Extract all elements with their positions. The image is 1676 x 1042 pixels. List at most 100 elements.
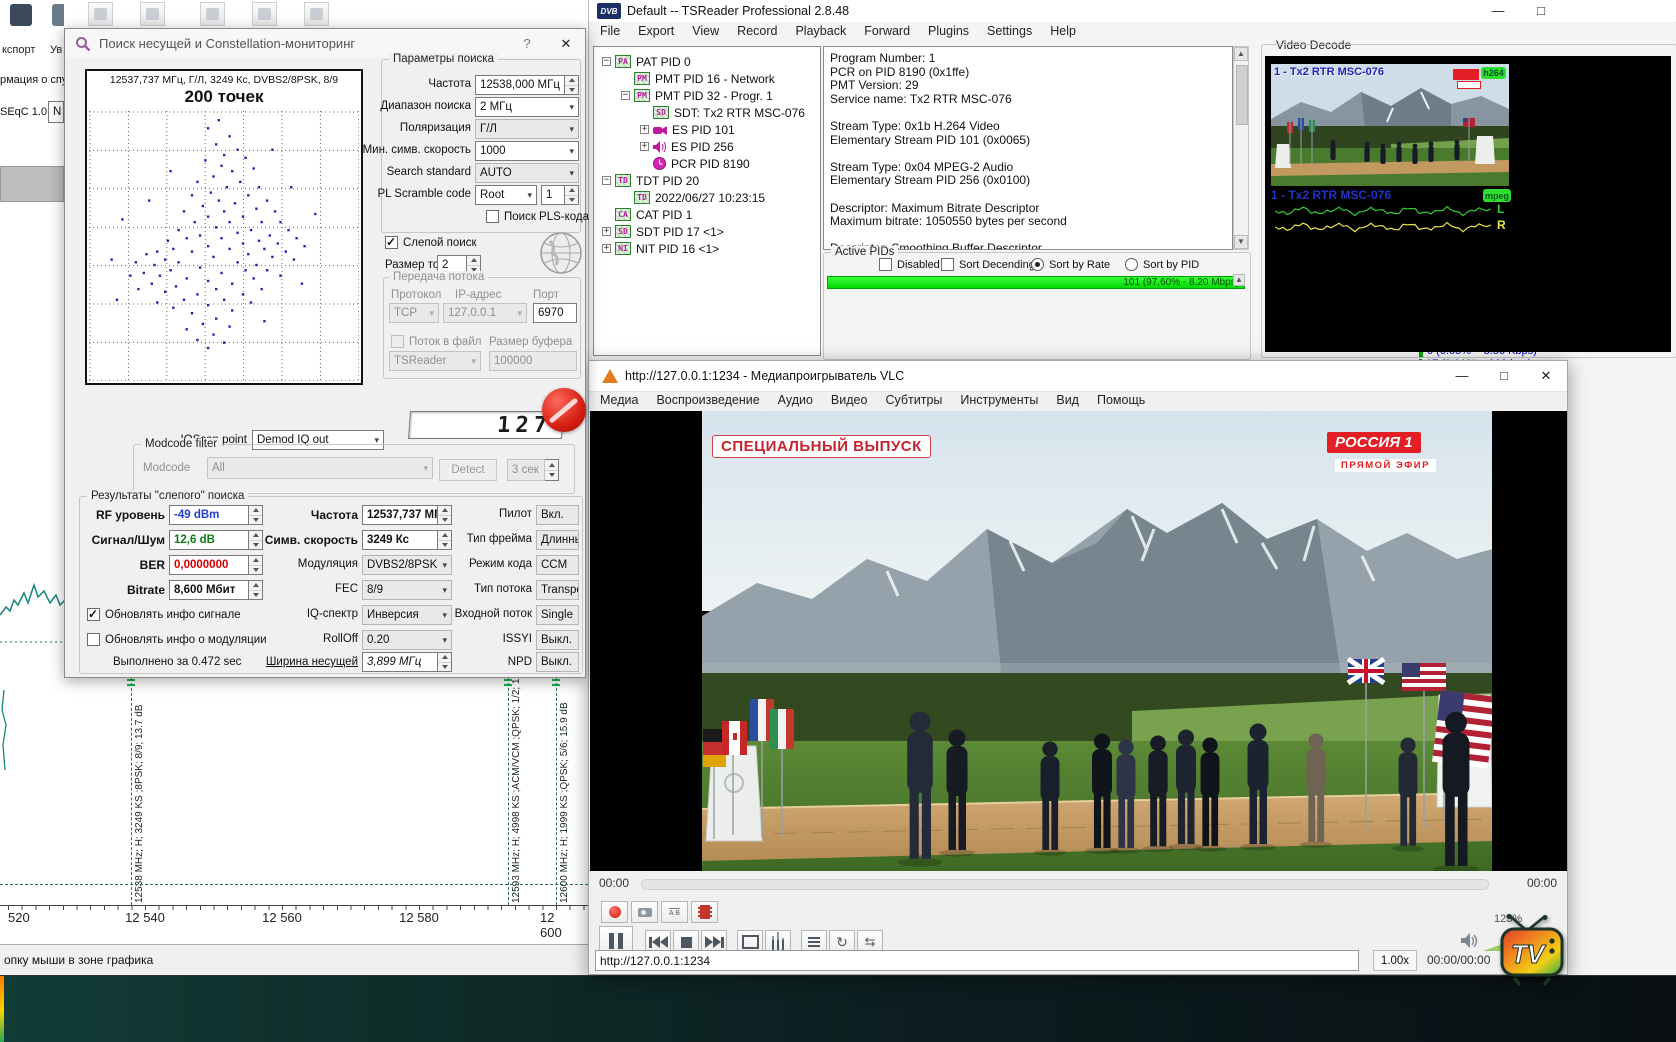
tsreader-titlebar[interactable]: DVB Default -- TSReader Professional 2.8… bbox=[589, 0, 1676, 23]
sort-descending-checkbox[interactable] bbox=[941, 258, 954, 271]
vlc-menu-помощь[interactable]: Помощь bbox=[1088, 391, 1154, 409]
toolbar-icon[interactable] bbox=[304, 2, 329, 26]
vlc-minimize-button[interactable]: — bbox=[1449, 367, 1475, 385]
sort-by-rate-radio[interactable] bbox=[1031, 258, 1044, 271]
pl-code-input[interactable]: 1 bbox=[541, 185, 565, 205]
tree-item[interactable]: −PMPMT PID 32 - Progr. 1 bbox=[621, 87, 773, 104]
protocol-label: Протокол bbox=[391, 289, 441, 301]
update-signal-checkbox[interactable] bbox=[87, 608, 100, 621]
toolbar-icon[interactable] bbox=[88, 2, 113, 26]
update-modulation-checkbox[interactable] bbox=[87, 633, 100, 646]
tsreader-menu-playback[interactable]: Playback bbox=[786, 22, 855, 40]
min-symbol-rate-combo[interactable]: 1000 bbox=[475, 141, 579, 161]
vlc-menu-субтитры[interactable]: Субтитры bbox=[876, 391, 951, 409]
playback-rate[interactable]: 1.00x bbox=[1373, 950, 1417, 971]
tree-item[interactable]: +SDSDT PID 17 <1> bbox=[602, 223, 724, 240]
tsreader-menu-forward[interactable]: Forward bbox=[855, 22, 919, 40]
tree-item[interactable]: +NINIT PID 16 <1> bbox=[602, 240, 719, 257]
vlc-menu-видео[interactable]: Видео bbox=[822, 391, 877, 409]
bitrate-input[interactable]: 8,600 Мбит bbox=[169, 580, 249, 600]
tree-item[interactable]: PMPMT PID 16 - Network bbox=[621, 70, 775, 87]
ber-label: BER bbox=[75, 558, 165, 572]
tree-item[interactable]: +ES PID 256 bbox=[640, 138, 734, 155]
tsreader-menu-record[interactable]: Record bbox=[728, 22, 786, 40]
toolbar-icon[interactable] bbox=[140, 2, 165, 26]
pl-scramble-combo[interactable]: Root bbox=[475, 185, 537, 205]
vlc-cone-icon bbox=[602, 369, 618, 383]
vlc-menu-медиа[interactable]: Медиа bbox=[591, 391, 647, 409]
detect-interval-spinner bbox=[545, 459, 559, 481]
fullscreen-icon bbox=[742, 935, 759, 949]
tsreader-menu-view[interactable]: View bbox=[683, 22, 728, 40]
tree-expander-icon[interactable]: − bbox=[602, 57, 611, 66]
axis-tick-label: 520 bbox=[8, 910, 30, 925]
tsreader-menu-export[interactable]: Export bbox=[629, 22, 683, 40]
special-issue-banner: СПЕЦИАЛЬНЫЙ ВЫПУСК bbox=[712, 435, 931, 458]
toolbar-zoom-button[interactable]: Ув bbox=[50, 2, 64, 60]
disabled-checkbox[interactable] bbox=[879, 258, 892, 271]
tree-item[interactable]: TD2022/06/27 10:23:15 bbox=[621, 189, 765, 206]
ab-loop-button[interactable]: A B bbox=[661, 901, 688, 923]
port-input[interactable]: 6970 bbox=[533, 303, 577, 323]
ber-input[interactable]: 0,0000000 bbox=[169, 555, 249, 575]
tree-expander-icon[interactable]: + bbox=[602, 227, 611, 236]
tree-expander-icon[interactable]: − bbox=[602, 176, 611, 185]
snr-input[interactable]: 12,6 dB bbox=[169, 530, 249, 550]
tree-item[interactable]: CACAT PID 1 bbox=[602, 206, 692, 223]
range-combo[interactable]: 2 МГц bbox=[475, 97, 579, 117]
info-line: Stream Type: 0x04 MPEG-2 Audio bbox=[830, 160, 1013, 174]
tree-item[interactable]: +ES PID 101 bbox=[640, 121, 735, 138]
scroll-down-icon[interactable]: ▼ bbox=[1234, 235, 1248, 249]
vlc-close-button[interactable]: ✕ bbox=[1533, 367, 1559, 385]
toolbar-icon[interactable] bbox=[252, 2, 277, 26]
dialog-close-button[interactable]: ✕ bbox=[555, 35, 577, 53]
pl-code-spinner[interactable] bbox=[565, 185, 579, 205]
tree-item[interactable]: PCR PID 8190 bbox=[640, 155, 750, 172]
toolbar-icon[interactable] bbox=[200, 2, 225, 26]
scroll-up-icon[interactable]: ▲ bbox=[1234, 47, 1248, 61]
info-scrollbar[interactable]: ▲ ▼ bbox=[1233, 46, 1249, 250]
tsreader-menu-settings[interactable]: Settings bbox=[978, 22, 1041, 40]
tree-item[interactable]: −TDTDT PID 20 bbox=[602, 172, 699, 189]
freq-spinner[interactable] bbox=[565, 75, 579, 95]
tv-logo-icon[interactable]: TV bbox=[1500, 914, 1566, 988]
vlc-menu-воспроизведение[interactable]: Воспроизведение bbox=[647, 391, 768, 409]
sort-by-pid-radio[interactable] bbox=[1125, 258, 1138, 271]
pid-scroll-up-icon[interactable]: ▲ bbox=[1233, 274, 1245, 286]
tree-item[interactable]: −PAPAT PID 0 bbox=[602, 53, 691, 70]
vlc-maximize-button[interactable]: □ bbox=[1491, 367, 1517, 385]
tsreader-menu-file[interactable]: File bbox=[591, 22, 629, 40]
vlc-titlebar[interactable]: http://127.0.0.1:1234 - Медиапроигрывате… bbox=[589, 361, 1567, 392]
vlc-menu-вид[interactable]: Вид bbox=[1047, 391, 1088, 409]
tsreader-menu-help[interactable]: Help bbox=[1041, 22, 1085, 40]
vlc-menu-аудио[interactable]: Аудио bbox=[769, 391, 822, 409]
maximize-button[interactable]: □ bbox=[1531, 2, 1551, 20]
minimize-button[interactable]: — bbox=[1488, 2, 1508, 20]
url-field[interactable]: http://127.0.0.1:1234 bbox=[595, 950, 1359, 971]
tsreader-menu-plugins[interactable]: Plugins bbox=[919, 22, 978, 40]
freq-input[interactable]: 12538,000 МГц bbox=[475, 75, 565, 95]
rf-level-input[interactable]: -49 dBm bbox=[169, 505, 249, 525]
carrier-tick-icon bbox=[127, 684, 135, 686]
vlc-menu-инструменты[interactable]: Инструменты bbox=[951, 391, 1047, 409]
channel-logo-mini-sub bbox=[1457, 81, 1481, 89]
tree-expander-icon[interactable]: − bbox=[621, 91, 630, 100]
help-button[interactable]: ? bbox=[517, 35, 537, 53]
tree-expander-icon[interactable]: + bbox=[640, 125, 649, 134]
tree-expander-icon[interactable]: + bbox=[640, 142, 649, 151]
carrier-width-link[interactable]: Ширина несущей bbox=[245, 656, 358, 668]
frame-by-frame-button[interactable] bbox=[691, 901, 718, 923]
tree-item[interactable]: SDSDT: Tx2 RTR MSC-076 bbox=[640, 104, 805, 121]
toolbar-export-button[interactable]: кспорт bbox=[2, 2, 48, 60]
record-button[interactable] bbox=[601, 901, 628, 923]
dialog-titlebar[interactable]: Поиск несущей и Constellation-мониторинг… bbox=[65, 29, 585, 57]
diseqc-combo[interactable]: N bbox=[48, 101, 64, 123]
snapshot-button[interactable] bbox=[631, 901, 658, 923]
tree-expander-icon[interactable]: + bbox=[602, 244, 611, 253]
scroll-thumb[interactable] bbox=[1236, 65, 1248, 125]
seek-bar[interactable] bbox=[641, 879, 1489, 890]
table-icon: PM bbox=[634, 72, 650, 85]
code-mode-label: Режим кода bbox=[425, 558, 532, 570]
blind-search-checkbox[interactable] bbox=[385, 236, 398, 249]
pls-search-checkbox[interactable] bbox=[486, 210, 499, 223]
